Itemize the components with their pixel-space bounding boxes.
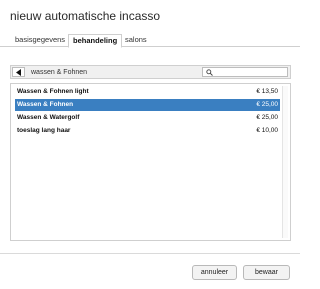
- list-item[interactable]: Wassen & Fohnen light € 13,50: [15, 86, 280, 98]
- list-item[interactable]: toeslag lang haar € 10,00: [15, 125, 280, 137]
- search-field[interactable]: [202, 67, 288, 77]
- tab-salons[interactable]: salons: [121, 34, 151, 47]
- item-price: € 25,00: [256, 114, 278, 121]
- cancel-button[interactable]: annuleer: [192, 265, 237, 280]
- treatment-list: Wassen & Fohnen light € 13,50 Wassen & F…: [10, 83, 291, 241]
- tab-bar: basisgegevens behandeling salons: [0, 33, 300, 48]
- search-icon: [206, 69, 213, 76]
- tab-basisgegevens[interactable]: basisgegevens: [11, 34, 69, 47]
- back-button[interactable]: [12, 67, 25, 77]
- item-name: Wassen & Fohnen: [17, 101, 74, 108]
- item-name: Wassen & Fohnen light: [17, 88, 89, 95]
- search-input[interactable]: [216, 68, 286, 76]
- list-scrollbar[interactable]: [282, 86, 288, 238]
- list-item[interactable]: Wassen & Watergolf € 25,00: [15, 112, 280, 124]
- footer-divider: [0, 253, 300, 254]
- item-name: Wassen & Watergolf: [17, 114, 80, 121]
- arrow-left-icon: [16, 69, 21, 76]
- dialog-title: nieuw automatische incasso: [10, 9, 161, 23]
- save-button[interactable]: bewaar: [243, 265, 290, 280]
- list-item-selected[interactable]: Wassen & Fohnen € 25,00: [15, 99, 280, 111]
- item-price: € 10,00: [256, 127, 278, 134]
- list-toolbar: wassen & Fohnen: [10, 65, 291, 79]
- item-price: € 25,00: [256, 101, 278, 108]
- tab-behandeling[interactable]: behandeling: [68, 34, 123, 48]
- breadcrumb: wassen & Fohnen: [31, 69, 88, 76]
- item-name: toeslag lang haar: [17, 127, 71, 134]
- item-price: € 13,50: [256, 88, 278, 95]
